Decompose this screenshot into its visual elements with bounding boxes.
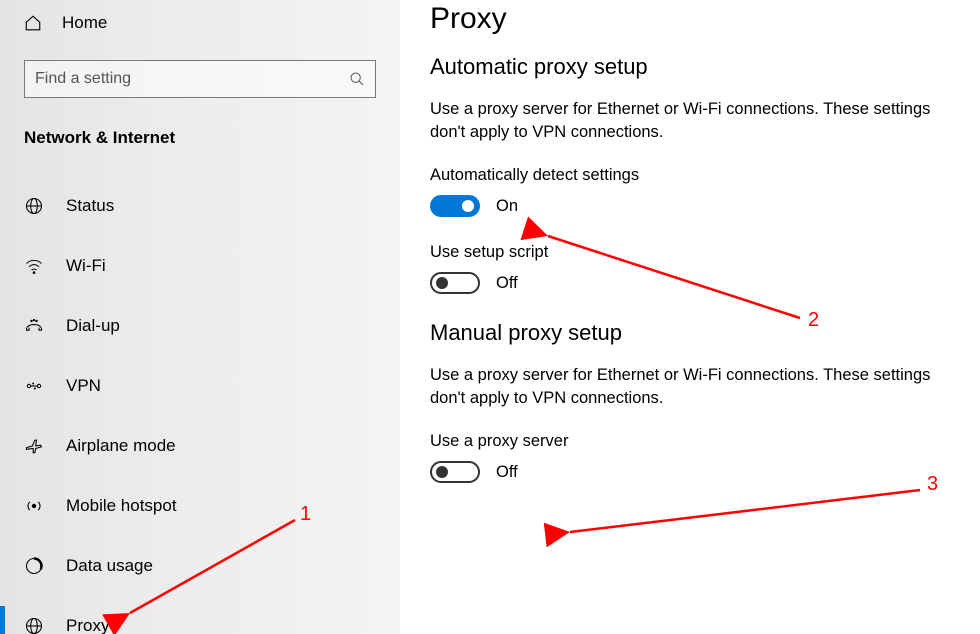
- section-manual-title: Manual proxy setup: [430, 320, 950, 346]
- nav-item-dialup[interactable]: Dial-up: [0, 296, 400, 356]
- data-usage-icon: [24, 556, 44, 576]
- search-box[interactable]: [24, 60, 376, 98]
- page-title: Proxy: [430, 2, 950, 36]
- nav-label: Proxy: [66, 616, 109, 634]
- nav-label: Mobile hotspot: [66, 496, 177, 516]
- section-auto-title: Automatic proxy setup: [430, 54, 950, 80]
- sidebar-section-title: Network & Internet: [0, 108, 400, 158]
- home-icon: [24, 14, 42, 32]
- wifi-icon: [24, 256, 44, 276]
- home-link[interactable]: Home: [0, 0, 400, 45]
- nav-label: Dial-up: [66, 316, 120, 336]
- use-proxy-label: Use a proxy server: [430, 432, 950, 451]
- airplane-icon: [24, 436, 44, 456]
- auto-detect-status: On: [496, 197, 518, 216]
- nav-item-status[interactable]: Status: [0, 176, 400, 236]
- nav-label: Data usage: [66, 556, 153, 576]
- home-label: Home: [62, 13, 107, 33]
- hotspot-icon: [24, 496, 44, 516]
- use-proxy-toggle[interactable]: [430, 461, 480, 483]
- content-pane: Proxy Automatic proxy setup Use a proxy …: [400, 0, 980, 634]
- nav-item-vpn[interactable]: VPN: [0, 356, 400, 416]
- sidebar: Home Network & Internet Status: [0, 0, 400, 634]
- section-auto-desc: Use a proxy server for Ethernet or Wi-Fi…: [430, 98, 950, 144]
- section-manual-desc: Use a proxy server for Ethernet or Wi-Fi…: [430, 364, 950, 410]
- nav-list: Status Wi-Fi Dial-up VPN: [0, 176, 400, 634]
- auto-detect-label: Automatically detect settings: [430, 166, 950, 185]
- auto-detect-toggle[interactable]: [430, 195, 480, 217]
- nav-item-airplane[interactable]: Airplane mode: [0, 416, 400, 476]
- setup-script-label: Use setup script: [430, 243, 950, 262]
- nav-label: Wi-Fi: [66, 256, 106, 276]
- nav-label: VPN: [66, 376, 101, 396]
- use-proxy-status: Off: [496, 463, 518, 482]
- nav-item-wifi[interactable]: Wi-Fi: [0, 236, 400, 296]
- vpn-icon: [24, 376, 44, 396]
- globe-icon: [24, 196, 44, 216]
- search-input[interactable]: [35, 70, 349, 88]
- nav-label: Airplane mode: [66, 436, 176, 456]
- search-icon: [349, 71, 365, 87]
- nav-item-data-usage[interactable]: Data usage: [0, 536, 400, 596]
- setup-script-status: Off: [496, 274, 518, 293]
- proxy-icon: [24, 616, 44, 634]
- nav-item-hotspot[interactable]: Mobile hotspot: [0, 476, 400, 536]
- nav-item-proxy[interactable]: Proxy: [0, 596, 400, 634]
- dialup-icon: [24, 316, 44, 336]
- nav-label: Status: [66, 196, 114, 216]
- setup-script-toggle[interactable]: [430, 272, 480, 294]
